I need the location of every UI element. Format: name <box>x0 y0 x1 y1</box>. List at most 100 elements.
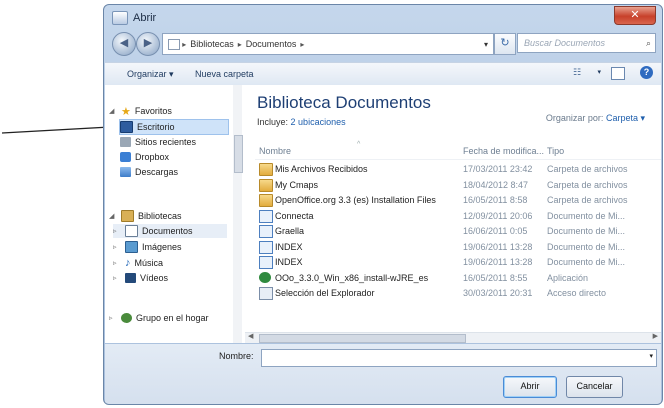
nav-music[interactable]: ▹ ♪ Música <box>113 256 163 270</box>
nav-libraries[interactable]: ◢ Bibliotecas <box>109 209 182 223</box>
new-folder-button[interactable]: Nueva carpeta <box>195 69 254 79</box>
document-icon <box>259 225 273 238</box>
scrollbar-thumb[interactable] <box>259 334 466 343</box>
open-button[interactable]: Abrir <box>503 376 557 398</box>
document-icon <box>259 240 273 254</box>
nav-desktop[interactable]: Escritorio <box>119 119 229 135</box>
chevron-right-icon: ▸ <box>300 39 305 49</box>
filename-field[interactable]: ▾ <box>261 349 657 367</box>
collapse-icon[interactable]: ▹ <box>113 259 121 267</box>
file-row[interactable]: INDEX 19/06/2011 13:28 Documento de Mi... <box>255 255 661 270</box>
file-row[interactable]: OpenOffice.org 3.3 (es) Installation Fil… <box>255 193 661 208</box>
expand-icon[interactable]: ◢ <box>109 212 117 220</box>
refresh-button[interactable]: ↻ <box>494 33 516 55</box>
view-options-icon[interactable]: ☷ <box>573 67 591 79</box>
nav-dropbox[interactable]: Dropbox <box>120 150 169 164</box>
search-input[interactable]: Buscar Documentos ⌕ <box>517 33 656 53</box>
scroll-left-icon[interactable]: ◀ <box>248 332 253 340</box>
arrange-by-label: Organizar por: <box>545 113 604 123</box>
folder-icon <box>259 178 273 192</box>
file-name: OpenOffice.org 3.3 (es) Installation Fil… <box>275 195 436 205</box>
nav-recent-places[interactable]: Sitios recientes <box>120 135 196 149</box>
collapse-icon[interactable]: ▹ <box>113 243 121 251</box>
file-name: Mis Archivos Recibidos <box>275 164 368 174</box>
expand-icon[interactable]: ◢ <box>109 107 117 115</box>
column-type[interactable]: Tipo <box>547 146 564 156</box>
nav-downloads[interactable]: Descargas <box>120 165 178 179</box>
file-row[interactable]: Graella 16/06/2011 0:05 Documento de Mi... <box>255 224 661 239</box>
collapse-icon[interactable]: ▹ <box>109 314 117 322</box>
breadcrumb-documents[interactable]: Documentos <box>242 39 301 49</box>
file-type: Carpeta de archivos <box>547 164 628 174</box>
file-row[interactable]: Connecta 12/09/2011 20:06 Documento de Mi.… <box>255 209 661 224</box>
column-name[interactable]: Nombre <box>259 146 291 156</box>
dropbox-icon <box>120 152 131 162</box>
includes-locations-link[interactable]: 2 ubicaciones <box>291 117 346 127</box>
file-type: Aplicación <box>547 272 589 283</box>
nav-favorites[interactable]: ◢ ★ Favoritos <box>109 104 172 118</box>
nav-images[interactable]: ▹ Imágenes <box>113 240 182 254</box>
file-list-scrollbar[interactable]: ◀ ▶ <box>245 332 661 343</box>
address-dropdown-icon[interactable]: ▾ <box>479 40 493 49</box>
nav-videos[interactable]: ▹ Vídeos <box>113 271 168 285</box>
nav-recent-label: Sitios recientes <box>135 137 197 147</box>
column-date[interactable]: Fecha de modifica... <box>463 146 544 156</box>
nav-documents[interactable]: ▹ Documentos <box>113 224 227 238</box>
breadcrumb-libraries[interactable]: Bibliotecas <box>186 39 238 49</box>
organize-button[interactable]: Organizar ▾ <box>127 69 174 80</box>
images-icon <box>125 241 138 253</box>
file-name: Connecta <box>275 210 314 221</box>
file-date: 16/06/2011 0:05 <box>463 226 528 236</box>
back-arrow-icon: ◀ <box>119 37 129 49</box>
music-icon: ♪ <box>125 257 131 269</box>
file-name: Graella <box>275 226 305 236</box>
cancel-button[interactable]: Cancelar <box>566 376 623 398</box>
file-date: 19/06/2011 13:28 <box>463 241 533 252</box>
file-date: 12/09/2011 20:06 <box>463 210 533 221</box>
downloads-icon <box>120 167 131 177</box>
scrollbar-thumb[interactable] <box>234 135 243 173</box>
file-date: 17/03/2011 23:42 <box>463 164 533 174</box>
back-button[interactable]: ◀ <box>112 32 136 56</box>
collapse-icon[interactable]: ▹ <box>113 274 121 282</box>
nav-favorites-label: Favoritos <box>134 106 172 116</box>
file-type: Acceso directo <box>547 288 607 298</box>
forward-arrow-icon: ▶ <box>143 37 153 49</box>
navigation-pane: ◢ ★ Favoritos Escritorio Sitios reciente… <box>105 85 234 343</box>
navigation-row: ◀ ▶ ▸ Bibliotecas ▸ Documentos ▸ ▾ ↻ Bus… <box>110 31 656 57</box>
star-icon: ★ <box>121 105 131 118</box>
window-title: Abrir <box>133 12 157 24</box>
desktop-icon <box>120 121 133 133</box>
arrange-by: Organizar por: Carpeta ▾ <box>546 113 645 124</box>
file-date: 18/04/2012 8:47 <box>463 179 529 190</box>
refresh-icon: ↻ <box>500 37 510 49</box>
file-row[interactable]: OOo_3.3.0_Win_x86_install-wJRE_es 16/05/2… <box>255 271 661 286</box>
recent-places-icon <box>120 137 131 147</box>
view-dropdown-icon[interactable]: ▾ <box>597 68 601 76</box>
file-date: 30/03/2011 20:31 <box>463 288 533 298</box>
forward-button[interactable]: ▶ <box>136 32 160 56</box>
navigation-scrollbar[interactable] <box>233 85 243 343</box>
arrange-by-dropdown[interactable]: Carpeta ▾ <box>606 113 645 123</box>
file-row[interactable]: Selección del Explorador 30/03/2011 20:31… <box>255 286 661 301</box>
nav-homegroup[interactable]: ▹ Grupo en el hogar <box>109 311 209 325</box>
dialog-body: ◢ ★ Favoritos Escritorio Sitios reciente… <box>105 85 661 343</box>
file-type: Documento de Mi... <box>547 210 626 221</box>
scroll-right-icon[interactable]: ▶ <box>653 332 658 340</box>
file-row[interactable]: Mis Archivos Recibidos 17/03/2011 23:42 Ca… <box>255 162 661 177</box>
dialog-footer: Nombre: ▾ Abrir Cancelar <box>105 344 661 404</box>
file-row[interactable]: INDEX 19/06/2011 13:28 Documento de Mi... <box>255 240 661 255</box>
file-name: OOo_3.3.0_Win_x86_install-wJRE_es <box>275 272 429 283</box>
preview-pane-icon[interactable] <box>611 67 625 80</box>
documents-icon <box>125 225 138 237</box>
open-dialog: Abrir ✕ ◀ ▶ ▸ Bibliotecas ▸ Documentos ▸… <box>103 4 663 405</box>
close-button[interactable]: ✕ <box>614 6 656 25</box>
collapse-icon[interactable]: ▹ <box>113 227 121 235</box>
help-icon[interactable]: ? <box>640 66 653 79</box>
sort-indicator-icon: ^ <box>357 141 361 148</box>
file-row[interactable]: My Cmaps 18/04/2012 8:47 Carpeta de archiv… <box>255 178 661 193</box>
file-date: 16/05/2011 8:55 <box>463 272 528 283</box>
address-bar[interactable]: ▸ Bibliotecas ▸ Documentos ▸ ▾ <box>162 33 494 55</box>
filename-dropdown-icon[interactable]: ▾ <box>649 352 653 360</box>
window-icon <box>112 11 128 25</box>
